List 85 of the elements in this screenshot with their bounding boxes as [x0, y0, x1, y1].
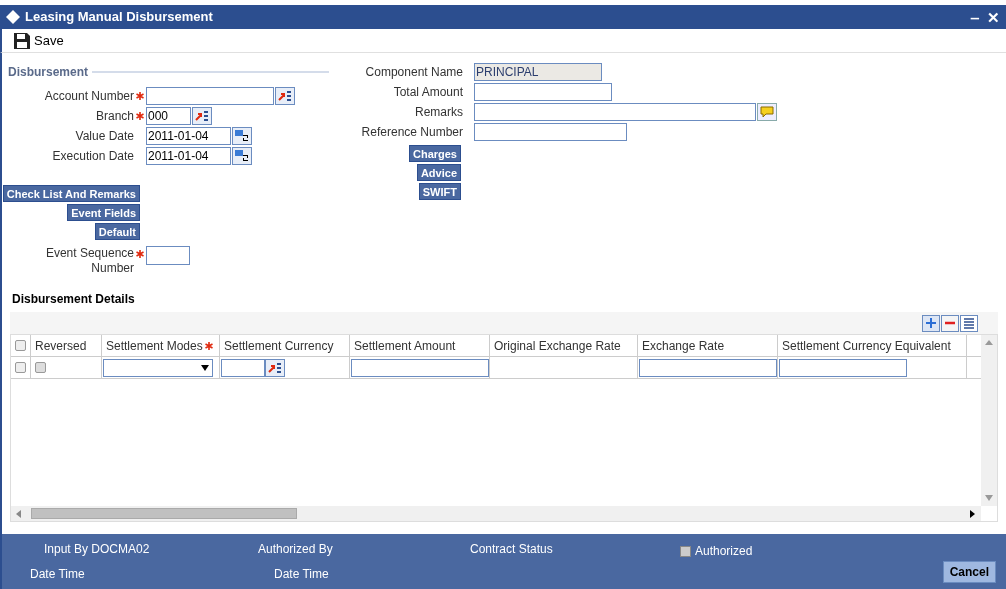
field-label: Total Amount — [392, 84, 463, 101]
caret-icon — [201, 363, 209, 372]
checkbox[interactable] — [680, 545, 691, 557]
input-field[interactable] — [474, 103, 756, 121]
required-icon — [136, 249, 144, 258]
input-field[interactable]: 000 — [146, 107, 191, 125]
lookup-button[interactable] — [192, 107, 212, 125]
lookup-button[interactable] — [265, 358, 285, 377]
horizontal-scrollbar[interactable] — [11, 506, 981, 521]
column-header: Reversed — [35, 337, 87, 355]
column-header: Settlement Currency Equivalent — [782, 337, 951, 355]
scroll-down-icon — [985, 494, 993, 502]
column-header: Original Exchange Rate — [494, 337, 621, 355]
list-icon — [963, 317, 975, 329]
vertical-scrollbar[interactable] — [981, 335, 997, 506]
field-label: Number — [91, 261, 134, 276]
section-title: Disbursement Details — [12, 292, 135, 306]
column-header: Settlement Amount — [354, 337, 456, 355]
action-button[interactable]: Charges — [408, 145, 461, 162]
speech-bubble-icon — [760, 106, 774, 118]
input-field[interactable] — [474, 123, 627, 141]
field-label: Event Sequence — [45, 246, 134, 261]
save-icon — [14, 32, 30, 49]
authorized-by-label: Authorized By — [257, 541, 334, 558]
field-label: Component Name — [364, 64, 463, 81]
input-by-label: Input By DOCMA02 — [43, 541, 151, 558]
required-icon — [136, 112, 144, 120]
scroll-left-icon — [15, 509, 23, 518]
column-header: Settlement Modes — [106, 337, 203, 355]
field-label: Branch — [95, 108, 134, 125]
input-field[interactable] — [221, 358, 265, 377]
plus-icon — [925, 317, 937, 329]
input-field[interactable] — [474, 83, 612, 101]
action-button[interactable]: SWIFT — [418, 183, 461, 200]
column-header: Settlement Currency — [224, 337, 334, 355]
add-row-button[interactable] — [922, 314, 940, 332]
required-icon — [204, 341, 213, 350]
minus-icon — [944, 321, 956, 325]
section-title: Disbursement — [8, 64, 89, 81]
required-icon — [136, 92, 144, 100]
lookup-button[interactable] — [275, 87, 295, 105]
list-view-button[interactable] — [960, 314, 978, 332]
checkbox[interactable] — [15, 362, 26, 373]
input-field[interactable]: PRINCIPAL — [474, 63, 602, 81]
save-button[interactable]: Save — [14, 30, 64, 51]
scroll-up-icon — [985, 339, 993, 347]
input-field[interactable]: 2011-01-04 — [146, 147, 231, 165]
checkbox[interactable] — [15, 340, 26, 351]
field-label: Reference Number — [360, 124, 463, 141]
list-icon — [194, 110, 210, 122]
scroll-right-icon — [969, 509, 977, 518]
list-icon — [277, 90, 293, 102]
field-label: Execution Date — [52, 148, 134, 165]
date-time-label: Date Time — [273, 566, 330, 583]
delete-row-button[interactable] — [941, 314, 959, 332]
window-title: Leasing Manual Disbursement — [25, 8, 213, 27]
field-label: Remarks — [414, 104, 463, 121]
date-time-label: Date Time — [30, 566, 86, 583]
input-field[interactable] — [351, 358, 489, 377]
input-field[interactable] — [639, 358, 777, 377]
checkbox-label: Authorized — [695, 543, 753, 560]
calendar-button[interactable] — [232, 127, 252, 145]
action-button[interactable]: Advice — [416, 164, 461, 181]
calendar-button[interactable] — [232, 147, 252, 165]
list-icon — [267, 361, 283, 374]
cancel-button[interactable]: Cancel — [942, 561, 996, 583]
diamond-icon — [6, 10, 20, 24]
checkbox[interactable] — [35, 362, 46, 373]
field-label: Value Date — [75, 128, 134, 145]
input-field[interactable] — [146, 246, 190, 265]
input-field[interactable] — [779, 358, 907, 377]
comment-button[interactable] — [757, 103, 777, 121]
calendar-icon — [235, 130, 249, 142]
field-label: Account Number — [44, 88, 134, 105]
action-button[interactable]: Event Fields — [67, 204, 140, 221]
action-button[interactable]: Check List And Remarks — [2, 185, 140, 202]
minimize-button[interactable]: ‒ — [970, 9, 979, 25]
action-button[interactable]: Default — [94, 223, 140, 240]
dropdown[interactable] — [103, 358, 213, 377]
input-field[interactable] — [146, 87, 274, 105]
column-header: Exchange Rate — [642, 337, 725, 355]
contract-status-label: Contract Status — [470, 541, 554, 558]
calendar-icon — [235, 150, 249, 162]
input-field[interactable]: 2011-01-04 — [146, 127, 231, 145]
close-button[interactable]: ✕ — [987, 9, 1000, 25]
